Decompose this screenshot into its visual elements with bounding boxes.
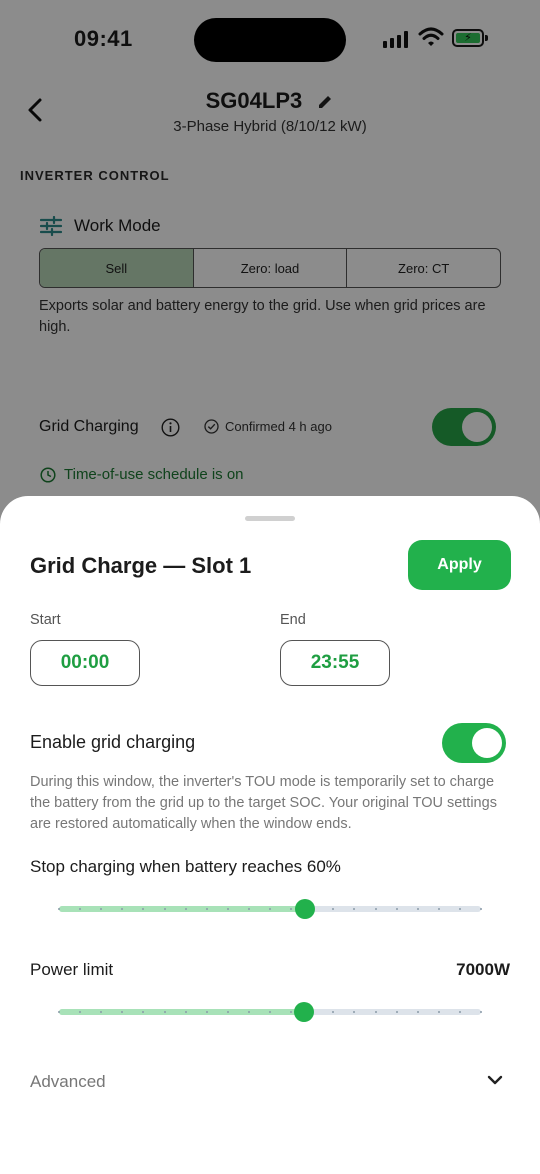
slider-tick: [269, 908, 271, 910]
slider-tick: [163, 908, 166, 910]
end-label: End: [280, 612, 306, 628]
slider-tick: [247, 1011, 250, 1013]
slider-fill: [59, 1009, 304, 1015]
slider-tick: [395, 1011, 398, 1013]
sheet-drag-handle[interactable]: [245, 516, 295, 521]
end-time-field[interactable]: 23:55: [280, 640, 390, 686]
slider-thumb[interactable]: [294, 899, 315, 919]
stop-charging-label: Stop charging when battery reaches 60%: [30, 857, 341, 876]
slider-tick: [416, 908, 419, 910]
toggle-knob: [472, 728, 502, 758]
slider-tick: [205, 1011, 208, 1013]
slider-tick: [184, 1011, 187, 1013]
enable-grid-charging-label: Enable grid charging: [30, 732, 196, 752]
power-limit-label: Power limit: [30, 960, 114, 979]
slider-tick: [269, 1011, 271, 1013]
slider-tick: [374, 1011, 377, 1013]
apply-button[interactable]: Apply: [408, 540, 511, 590]
start-label: Start: [30, 612, 61, 628]
slider-tick: [374, 908, 377, 910]
slider-tick: [58, 1011, 60, 1013]
slider-tick: [226, 908, 229, 910]
sheet-description: During this window, the inverter's TOU m…: [30, 774, 497, 832]
slider-tick: [226, 1011, 229, 1013]
slider-tick: [437, 1011, 440, 1013]
advanced-label[interactable]: Advanced: [30, 1072, 106, 1092]
slider-tick: [163, 1011, 166, 1013]
slider-tick: [480, 1011, 482, 1013]
slider-tick: [437, 908, 440, 910]
slider-fill: [59, 906, 305, 912]
slider-tick: [480, 908, 482, 910]
power-limit-value: 7000W: [456, 960, 510, 979]
soc-slider[interactable]: [58, 899, 482, 919]
slider-tick: [247, 908, 250, 910]
slider-tick: [205, 908, 208, 910]
chevron-down-icon[interactable]: [486, 1074, 504, 1086]
start-time-field[interactable]: 00:00: [30, 640, 140, 686]
enable-grid-charging-toggle[interactable]: [442, 723, 506, 763]
sheet-title: Grid Charge — Slot 1: [30, 553, 252, 578]
grid-charge-sheet: Grid Charge — Slot 1 Apply Start End 00:…: [0, 496, 540, 1174]
slider-tick: [458, 908, 461, 910]
slider-tick: [416, 1011, 419, 1013]
slider-tick: [58, 908, 60, 910]
slider-tick: [458, 1011, 461, 1013]
slider-tick: [184, 908, 187, 910]
slider-tick: [395, 908, 398, 910]
slider-thumb[interactable]: [293, 1002, 314, 1022]
power-slider[interactable]: [58, 1002, 482, 1022]
